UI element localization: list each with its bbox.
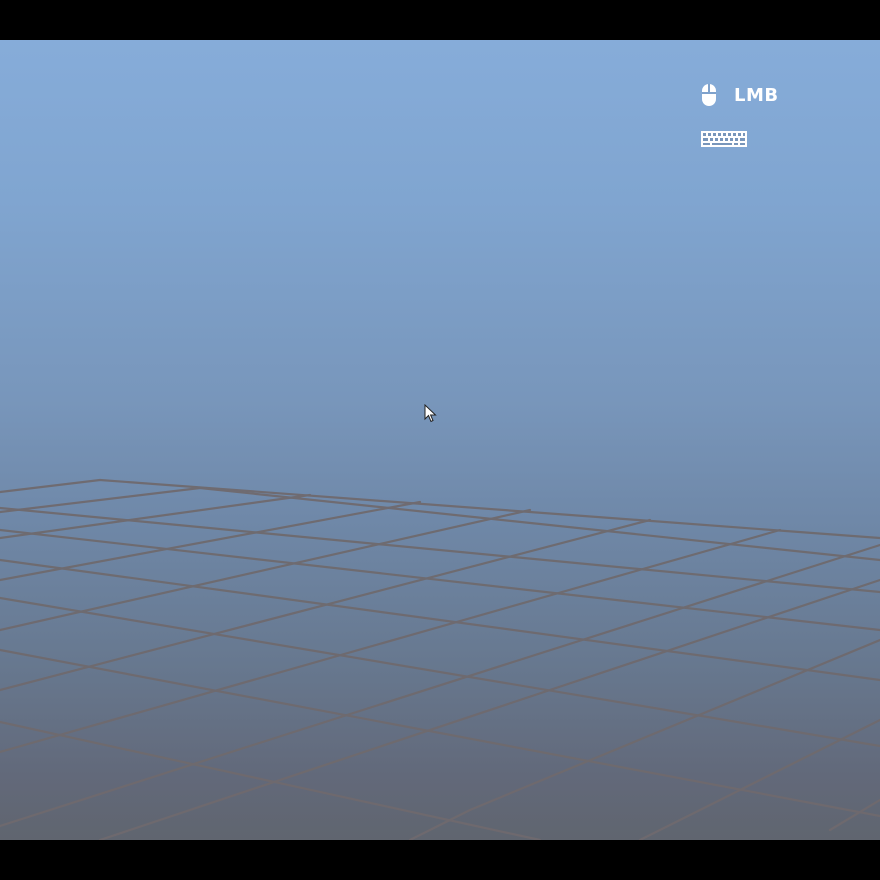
grid-line [0, 648, 880, 818]
grid-line [298, 543, 880, 732]
pointer-cursor-icon [424, 404, 437, 423]
screen-frame: LMB [0, 0, 880, 880]
ground-grid [0, 478, 880, 840]
letterbox-top [0, 0, 880, 40]
input-hud: LMB [700, 80, 870, 160]
keyboard-icon [701, 131, 747, 147]
grid-line [0, 528, 782, 754]
grid-line [468, 638, 880, 812]
letterbox-bottom [0, 840, 880, 880]
mouse-button-label: LMB [734, 84, 779, 106]
grid-line [0, 478, 102, 494]
grid-line [0, 486, 202, 514]
3d-viewport[interactable]: LMB [0, 40, 880, 840]
mouse-indicator: LMB [700, 82, 779, 108]
grid-line [0, 518, 652, 692]
grid-line [638, 798, 722, 840]
keyboard-indicator [700, 130, 748, 148]
mouse-icon [702, 84, 716, 106]
